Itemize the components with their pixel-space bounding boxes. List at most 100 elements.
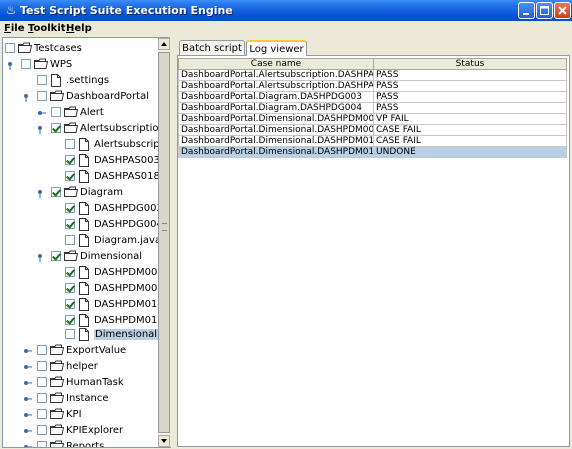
scroll-grip-icon xyxy=(162,223,167,231)
tree-checkbox[interactable] xyxy=(65,267,75,277)
tree-node[interactable]: DashboardPortal xyxy=(3,90,156,104)
tree-node[interactable]: DASHPDM007.j xyxy=(3,282,170,296)
tree-checkbox[interactable] xyxy=(65,219,75,229)
folder-icon xyxy=(50,90,65,105)
tree-checkbox[interactable] xyxy=(51,123,61,133)
minimize-button[interactable] xyxy=(518,2,535,19)
expand-toggle-icon[interactable] xyxy=(23,443,32,447)
tree-node[interactable]: DASHPAS003.j xyxy=(3,154,166,168)
tree-node-label: .settings xyxy=(66,75,110,86)
tree-checkbox[interactable] xyxy=(37,409,47,419)
tree-node[interactable]: Diagram.java xyxy=(3,234,161,248)
tree-checkbox[interactable] xyxy=(65,283,75,293)
collapse-toggle-icon[interactable] xyxy=(37,125,45,134)
tree-node[interactable]: Instance xyxy=(3,392,156,406)
tree-node[interactable]: Dimensional.ja xyxy=(3,328,170,342)
tree-node[interactable]: KPIExplorer xyxy=(3,424,156,438)
title-bar[interactable]: ♨ Test Script Suite Execution Engine xyxy=(0,0,572,21)
scroll-thumb[interactable] xyxy=(158,52,170,433)
tree-node[interactable]: DASHPAS018.j xyxy=(3,170,166,184)
table-row[interactable]: DashboardPortal.Alertsubscription.DASHPA… xyxy=(178,69,567,81)
expand-toggle-icon[interactable] xyxy=(23,427,32,435)
tab-batch-script[interactable]: Batch script xyxy=(179,40,245,56)
tree-node[interactable]: WPS xyxy=(3,58,156,72)
tree-checkbox[interactable] xyxy=(65,203,75,213)
tree-node[interactable]: DASHPDG003.j xyxy=(3,202,169,216)
tree-checkbox[interactable] xyxy=(21,59,31,69)
tree-checkbox[interactable] xyxy=(65,155,75,165)
tree-checkbox[interactable] xyxy=(51,251,61,261)
tree-checkbox[interactable] xyxy=(37,393,47,403)
tree-node[interactable]: .settings xyxy=(3,74,156,88)
menu-toolkit[interactable]: Toolkit xyxy=(28,23,66,34)
column-header-status[interactable]: Status xyxy=(373,58,567,70)
tree-checkbox[interactable] xyxy=(65,299,75,309)
status-cell: VP FAIL xyxy=(373,113,567,125)
tree-checkbox[interactable] xyxy=(37,361,47,371)
tree-checkbox[interactable] xyxy=(65,315,75,325)
tree-checkbox[interactable] xyxy=(37,441,47,447)
maximize-icon xyxy=(540,6,549,15)
tree-checkbox[interactable] xyxy=(65,139,75,149)
expand-toggle-icon[interactable] xyxy=(23,379,32,387)
expand-toggle-icon[interactable] xyxy=(37,109,46,117)
tree-checkbox[interactable] xyxy=(65,235,75,245)
table-row[interactable]: DashboardPortal.Alertsubscription.DASHPA… xyxy=(178,80,567,92)
scroll-down-arrow-icon[interactable] xyxy=(158,435,170,447)
tree-checkbox[interactable] xyxy=(37,377,47,387)
menu-help[interactable]: Help xyxy=(66,23,92,34)
table-row[interactable]: DashboardPortal.Dimensional.DASHPDM014 CA… xyxy=(178,135,567,147)
table-row[interactable]: DashboardPortal.Diagram.DASHPDG004 PASS xyxy=(178,102,567,114)
tree-node-label: Alert xyxy=(80,107,104,118)
expand-toggle-icon[interactable] xyxy=(23,363,32,371)
expand-toggle-icon[interactable] xyxy=(23,411,32,419)
table-row[interactable]: DashboardPortal.Dimensional.DASHPDM015 UN… xyxy=(178,146,567,158)
table-row[interactable]: DashboardPortal.Dimensional.DASHPDM003 VP… xyxy=(178,113,567,125)
tree-checkbox[interactable] xyxy=(65,329,75,339)
tree-checkbox[interactable] xyxy=(65,171,75,181)
tree-node[interactable]: HumanTask xyxy=(3,376,156,390)
tree-node[interactable]: KPI xyxy=(3,408,156,422)
table-row[interactable]: DashboardPortal.Dimensional.DASHPDM007 CA… xyxy=(178,124,567,136)
testcase-tree[interactable]: Testcases WPS .settings DashboardPortal Aler… xyxy=(2,37,171,448)
tree-node[interactable]: DASHPDM015.j xyxy=(3,314,170,328)
pane-splitter[interactable] xyxy=(170,37,176,447)
scroll-up-arrow-icon[interactable] xyxy=(158,38,170,50)
tree-node[interactable]: helper xyxy=(3,360,156,374)
log-table[interactable]: Case name Status DashboardPortal.Alertsu… xyxy=(178,58,567,158)
table-row[interactable]: DashboardPortal.Diagram.DASHPDG003 PASS xyxy=(178,91,567,103)
menu-file[interactable]: File xyxy=(4,23,24,34)
close-button[interactable] xyxy=(554,2,571,19)
tree-node[interactable]: Reports xyxy=(3,440,156,447)
tree-checkbox[interactable] xyxy=(37,91,47,101)
tree-node[interactable]: Alertsubscriptio xyxy=(3,138,170,152)
tree-node[interactable]: DASHPDG004.j xyxy=(3,218,169,232)
tree-checkbox[interactable] xyxy=(37,75,47,85)
tree-node[interactable]: Alert xyxy=(3,106,156,120)
column-header-case-name[interactable]: Case name xyxy=(178,58,374,70)
tree-checkbox[interactable] xyxy=(37,345,47,355)
tree-node-label: helper xyxy=(66,361,98,372)
tree-scrollbar[interactable] xyxy=(158,38,170,447)
tree-node[interactable]: Dimensional xyxy=(3,250,156,264)
tree-node[interactable]: DASHPDM003.j xyxy=(3,266,170,280)
tree-checkbox[interactable] xyxy=(51,107,61,117)
tree-node[interactable]: Alertsubscription xyxy=(3,122,165,136)
collapse-toggle-icon[interactable] xyxy=(37,253,45,262)
collapse-toggle-icon[interactable] xyxy=(37,189,45,198)
expand-toggle-icon[interactable] xyxy=(23,395,32,403)
tree-checkbox[interactable] xyxy=(5,43,15,53)
java-coffee-icon: ♨ xyxy=(5,3,17,17)
collapse-toggle-icon[interactable] xyxy=(7,61,15,70)
folder-icon xyxy=(50,360,65,375)
tree-node[interactable]: DASHPDM014.j xyxy=(3,298,170,312)
tree-node[interactable]: Diagram xyxy=(3,186,156,200)
tree-checkbox[interactable] xyxy=(37,425,47,435)
collapse-toggle-icon[interactable] xyxy=(23,93,31,102)
expand-toggle-icon[interactable] xyxy=(23,347,32,355)
tab-log-viewer[interactable]: Log viewer xyxy=(246,40,307,56)
tree-node[interactable]: ExportValue xyxy=(3,344,156,358)
maximize-button[interactable] xyxy=(536,2,553,19)
tree-node[interactable]: Testcases xyxy=(3,42,156,56)
tree-checkbox[interactable] xyxy=(51,187,61,197)
